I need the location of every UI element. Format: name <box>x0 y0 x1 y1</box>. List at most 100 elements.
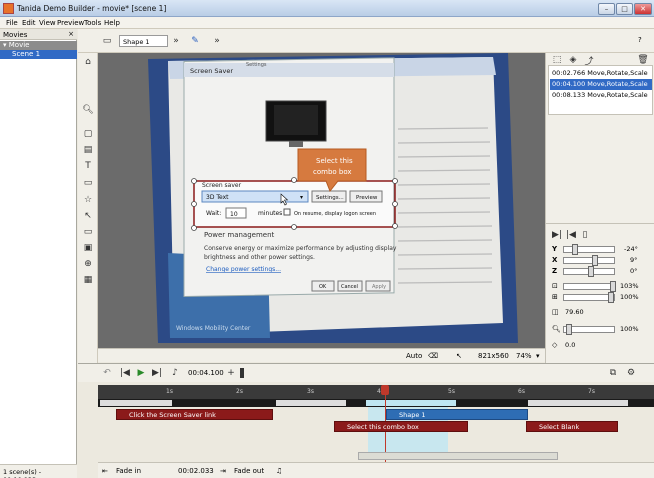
opacity-slider[interactable] <box>563 324 615 335</box>
star-icon[interactable]: ☆ <box>81 193 95 207</box>
fade-time[interactable]: 00:02.033 <box>178 467 214 475</box>
skip-forward-icon[interactable]: ▶| <box>150 366 164 380</box>
timeline-bar-select-blank[interactable]: Select Blank <box>526 421 618 432</box>
skip-back-icon[interactable]: |◀ <box>118 366 132 380</box>
layers-icon[interactable]: ⧉ <box>606 366 620 380</box>
preview-button[interactable]: Preview <box>356 195 378 201</box>
shape-icon[interactable]: ▭ <box>81 176 95 190</box>
slider-thumb[interactable] <box>588 266 594 277</box>
image-icon[interactable]: ▦ <box>81 273 95 287</box>
headphones-icon[interactable]: ♫ <box>276 467 282 475</box>
scale-width-slider[interactable] <box>563 281 616 292</box>
add-icon[interactable]: + <box>224 366 238 380</box>
cursor-icon[interactable]: ↖ <box>456 352 462 360</box>
minimize-button[interactable]: – <box>598 3 615 15</box>
keyframe-icon[interactable]: ▯ <box>578 228 592 242</box>
mode-label[interactable]: Auto <box>406 352 422 360</box>
combo-dropdown-icon[interactable]: ▾ <box>300 194 303 201</box>
menu-file[interactable]: File <box>6 19 18 27</box>
field-icon[interactable]: ▭ <box>81 225 95 239</box>
current-time: 00:04.100 <box>188 369 224 377</box>
depth-value[interactable]: 79.60 <box>565 308 584 316</box>
slider-thumb[interactable] <box>592 255 598 266</box>
fade-out-icon[interactable]: ⇥ <box>220 467 226 475</box>
scale-width-value: 103% <box>620 282 639 290</box>
comment-icon[interactable]: ▢ <box>81 127 95 141</box>
rotate-y-slider[interactable] <box>563 244 615 255</box>
combo-box[interactable]: 3D Text <box>206 194 229 201</box>
scale-height-value: 100% <box>620 293 639 301</box>
wait-input[interactable]: 10 <box>230 211 238 218</box>
menu-preview[interactable]: Preview <box>57 19 84 27</box>
tick-label: 3s <box>307 388 314 395</box>
font-icon[interactable]: T <box>81 159 95 173</box>
home-icon[interactable]: ⌂ <box>81 55 95 69</box>
blur-value[interactable]: 0.0 <box>565 341 575 349</box>
tree-item-scene[interactable]: Scene 1 <box>0 50 77 59</box>
slider-thumb[interactable] <box>608 292 614 303</box>
timeline-bar-shape[interactable]: Shape 1 <box>386 409 528 420</box>
settings-button[interactable]: Settings... <box>316 195 344 201</box>
playhead-handle[interactable] <box>381 385 389 395</box>
callout-line-1: Select this <box>316 157 353 165</box>
close-button[interactable]: ✕ <box>634 3 652 15</box>
resume-checkbox-label[interactable]: On resume, display logon screen <box>294 211 376 217</box>
tree-item-movie[interactable]: ▾ Movie <box>0 41 77 50</box>
scale-height-slider[interactable] <box>563 292 615 303</box>
event-row[interactable]: 00:02.766 Move,Rotate,Scale <box>550 68 652 79</box>
scene-status: 1 scene(s) - 00:10.933 <box>0 464 77 478</box>
start-icon[interactable]: ▶| <box>550 228 564 242</box>
close-icon[interactable]: × <box>68 30 74 38</box>
crosshair-icon[interactable]: ⊕ <box>81 257 95 271</box>
ok-button[interactable]: OK <box>319 284 327 290</box>
timeline-bar-select-combo[interactable]: Select this combo box <box>334 421 468 432</box>
rotate-z-slider[interactable] <box>563 266 615 277</box>
scale-height-icon: ⊞ <box>552 293 558 301</box>
timeline-scrollbar[interactable] <box>358 452 558 460</box>
zoom-select[interactable]: 74% <box>516 352 532 360</box>
slider-thumb[interactable] <box>566 324 572 335</box>
app-icon <box>3 3 14 14</box>
undo-icon[interactable]: ↶ <box>100 366 114 380</box>
depth-icon: ◫ <box>552 308 559 316</box>
button-icon[interactable]: ▣ <box>81 241 95 255</box>
settings-icon[interactable]: ⚙ <box>624 366 638 380</box>
slider-thumb[interactable] <box>610 281 616 292</box>
object-name-field[interactable]: Shape 1 <box>119 35 168 47</box>
cursor-icon[interactable]: ↖ <box>81 209 95 223</box>
window-title: Tanida Demo Builder - movie* [scene 1] <box>17 4 167 13</box>
menu-help[interactable]: Help <box>104 19 120 27</box>
z-axis-label: Z <box>552 267 558 275</box>
rotate-x-slider[interactable] <box>563 255 615 266</box>
event-row[interactable]: 00:08.133 Move,Rotate,Scale <box>550 90 652 101</box>
rotate-x-value: 9° <box>630 256 638 264</box>
maximize-button[interactable]: □ <box>616 3 633 15</box>
help-button[interactable]: ? <box>638 36 642 44</box>
end-icon[interactable]: |◀ <box>564 228 578 242</box>
microphone-icon[interactable]: ♪ <box>168 366 182 380</box>
fade-in-icon[interactable]: ⇤ <box>102 467 108 475</box>
chevron-down-icon[interactable]: ▾ <box>536 352 540 360</box>
menu-edit[interactable]: Edit <box>22 19 36 27</box>
slider-thumb[interactable] <box>572 244 578 255</box>
object-icon[interactable]: ▭ <box>100 34 114 48</box>
stage-screenshot: Screen Saver Settings Screen saver 3D Te… <box>148 53 518 343</box>
menu-view[interactable]: View <box>39 19 56 27</box>
menu-tools[interactable]: Tools <box>84 19 101 27</box>
timeline-bar-click-link[interactable]: Click the Screen Saver link <box>116 409 273 420</box>
power-link[interactable]: Change power settings... <box>206 266 281 273</box>
power-title: Power management <box>204 231 275 239</box>
stage-canvas[interactable]: Screen Saver Settings Screen saver 3D Te… <box>98 53 545 348</box>
brush-icon[interactable]: ✎ <box>188 34 202 48</box>
eraser-icon[interactable]: ⌫ <box>428 352 438 360</box>
cancel-button[interactable]: Cancel <box>341 284 358 290</box>
apply-button[interactable]: Apply <box>372 284 386 290</box>
event-row[interactable]: 00:04.100 Move,Rotate,Scale <box>550 79 652 90</box>
zoom-icon[interactable]: 🔍︎ <box>81 103 95 117</box>
play-icon[interactable]: ▶ <box>134 366 148 380</box>
chevron-down-icon[interactable]: » <box>169 34 183 48</box>
chevron-down-icon[interactable]: » <box>210 34 224 48</box>
screen-saver-group-label: Screen saver <box>202 182 242 189</box>
text-icon[interactable]: ▤ <box>81 143 95 157</box>
canvas-status-bar: Auto ⌫ ↖ 821x560 74% ▾ <box>98 348 545 362</box>
